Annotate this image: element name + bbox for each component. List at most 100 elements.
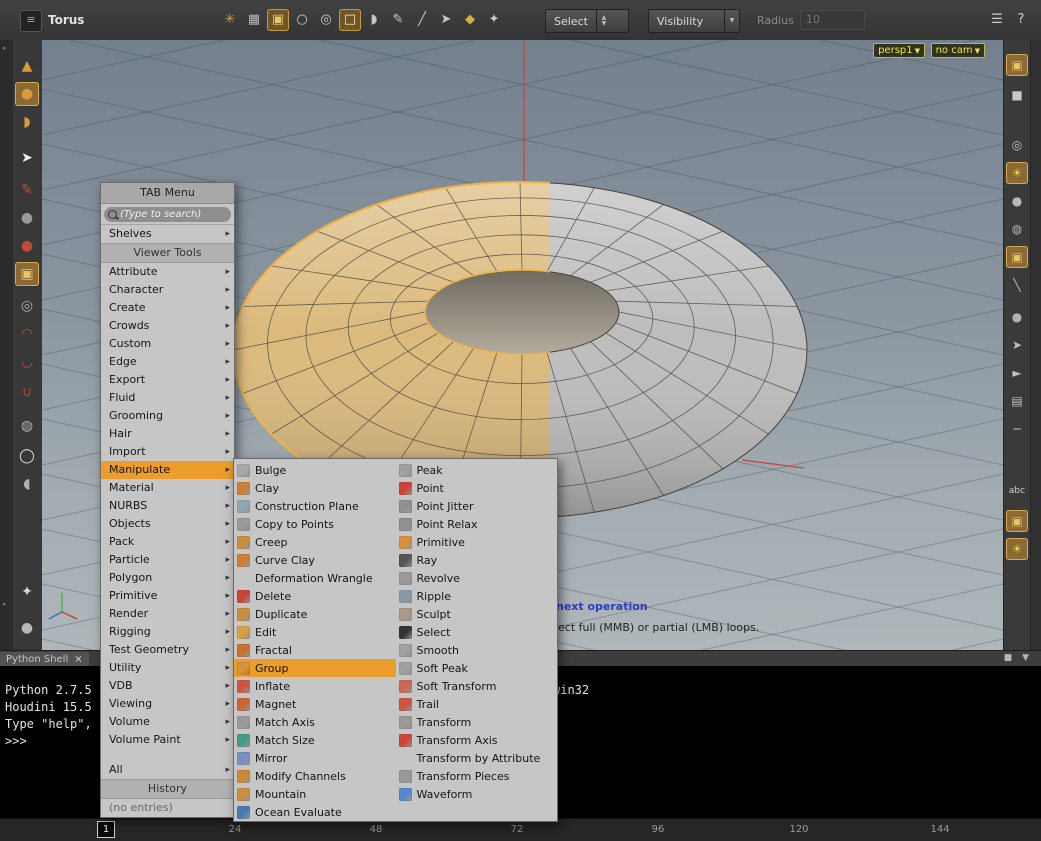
submenu-item-fractal[interactable]: Fractal xyxy=(234,641,396,659)
ruler-icon[interactable]: ▤ xyxy=(1006,390,1028,412)
snap-circle-icon[interactable]: ◎ xyxy=(315,9,337,31)
sculpt-tool-icon[interactable]: ● xyxy=(15,206,39,230)
chevron-down-icon[interactable]: ▼ xyxy=(724,10,739,32)
sphere-tool-icon[interactable]: ● xyxy=(15,82,39,106)
submenu-item-delete[interactable]: Delete xyxy=(234,587,396,605)
submenu-item-transform-by-attribute[interactable]: Transform by Attribute xyxy=(396,749,558,767)
tab-menu-item-grooming[interactable]: Grooming ▸ xyxy=(101,407,234,425)
tab-menu-item-volume-paint[interactable]: Volume Paint ▸ xyxy=(101,731,234,749)
paint-tool-icon[interactable]: ✎ xyxy=(15,178,39,202)
snap-multi-icon[interactable]: ✳ xyxy=(219,9,241,31)
brush-select-icon[interactable]: ✎ xyxy=(387,9,409,31)
left-pane-splitter[interactable]: ▸ ▸ xyxy=(0,40,14,650)
tab-menu-item-vdb[interactable]: VDB ▸ xyxy=(101,677,234,695)
help-icon[interactable]: ? xyxy=(1010,9,1032,31)
close-icon[interactable]: × xyxy=(74,652,82,667)
persp-view-chip[interactable]: persp1 ▼ xyxy=(873,43,925,58)
select-arrow-icon[interactable]: ➤ xyxy=(15,146,39,170)
submenu-item-curve-clay[interactable]: Curve Clay xyxy=(234,551,396,569)
camera-chip[interactable]: no cam ▼ xyxy=(930,43,985,58)
tab-menu-item-nurbs[interactable]: NURBS ▸ xyxy=(101,497,234,515)
submenu-item-deformation-wrangle[interactable]: Deformation Wrangle xyxy=(234,569,396,587)
submenu-item-primitive[interactable]: Primitive xyxy=(396,533,558,551)
tab-menu-item-create[interactable]: Create ▸ xyxy=(101,299,234,317)
dot-icon[interactable]: ● xyxy=(1006,306,1028,328)
comb-tool-icon[interactable]: ● xyxy=(15,234,39,258)
tab-menu-item-character[interactable]: Character ▸ xyxy=(101,281,234,299)
laser-select-icon[interactable]: ╱ xyxy=(411,9,433,31)
select-script-icon[interactable]: ✦ xyxy=(483,9,505,31)
submenu-item-magnet[interactable]: Magnet xyxy=(234,695,396,713)
marquee-select-icon[interactable]: □ xyxy=(339,9,361,31)
radius-field[interactable]: 10 xyxy=(800,10,865,30)
orbit-tool-icon[interactable]: ◯ xyxy=(15,444,39,468)
submenu-item-point-relax[interactable]: Point Relax xyxy=(396,515,558,533)
submenu-item-revolve[interactable]: Revolve xyxy=(396,569,558,587)
edit-tool-icon[interactable]: ▣ xyxy=(15,262,39,286)
tab-menu-item-hair[interactable]: Hair ▸ xyxy=(101,425,234,443)
tab-menu-item-volume[interactable]: Volume ▸ xyxy=(101,713,234,731)
submenu-item-edit[interactable]: Edit xyxy=(234,623,396,641)
submenu-item-transform-axis[interactable]: Transform Axis xyxy=(396,731,558,749)
secure-selection-icon[interactable]: ◆ xyxy=(459,9,481,31)
submenu-item-construction-plane[interactable]: Construction Plane xyxy=(234,497,396,515)
snapshot-icon[interactable]: ▣ xyxy=(1006,246,1028,268)
pen-slash-icon[interactable]: ╲ xyxy=(1006,274,1028,296)
submenu-item-sculpt[interactable]: Sculpt xyxy=(396,605,558,623)
smooth-tool-icon[interactable]: ◖ xyxy=(15,472,39,496)
tube-tool-icon[interactable]: ▲ xyxy=(15,54,39,78)
tab-menu-item-export[interactable]: Export ▸ xyxy=(101,371,234,389)
submenu-item-copy-to-points[interactable]: Copy to Points xyxy=(234,515,396,533)
tab-menu-item-crowds[interactable]: Crowds ▸ xyxy=(101,317,234,335)
pose-lib-icon[interactable]: ◍ xyxy=(1006,218,1028,240)
tab-menu-item-utility[interactable]: Utility ▸ xyxy=(101,659,234,677)
submenu-item-group[interactable]: Group xyxy=(234,659,396,677)
submenu-item-smooth[interactable]: Smooth xyxy=(396,641,558,659)
submenu-item-ocean-evaluate[interactable]: Ocean Evaluate xyxy=(234,803,396,821)
tab-menu-item-rigging[interactable]: Rigging ▸ xyxy=(101,623,234,641)
flatten-tool-icon[interactable]: ◗ xyxy=(15,110,39,134)
submenu-item-clay[interactable]: Clay xyxy=(234,479,396,497)
submenu-item-duplicate[interactable]: Duplicate xyxy=(234,605,396,623)
minus-icon[interactable]: ─ xyxy=(1006,418,1028,440)
submenu-item-select[interactable]: Select xyxy=(396,623,558,641)
submenu-item-peak[interactable]: Peak xyxy=(396,461,558,479)
snap-primitive-icon[interactable]: ○ xyxy=(291,9,313,31)
tab-menu-item-custom[interactable]: Custom ▸ xyxy=(101,335,234,353)
submenu-item-transform-pieces[interactable]: Transform Pieces xyxy=(396,767,558,785)
submenu-item-soft-peak[interactable]: Soft Peak xyxy=(396,659,558,677)
spinner-icon[interactable]: ▲ ▼ xyxy=(595,10,611,32)
submenu-item-mirror[interactable]: Mirror xyxy=(234,749,396,767)
magnet-tool-icon[interactable]: ∪ xyxy=(15,380,39,404)
lasso-select-icon[interactable]: ◗ xyxy=(363,9,385,31)
flag-icon[interactable]: ► xyxy=(1006,362,1028,384)
tab-menu-search[interactable]: (Type to search) xyxy=(101,204,234,225)
tab-menu-item-particle[interactable]: Particle ▸ xyxy=(101,551,234,569)
tab-menu-item-polygon[interactable]: Polygon ▸ xyxy=(101,569,234,587)
lock-icon[interactable]: ■ xyxy=(1006,84,1028,106)
right-pane-splitter[interactable] xyxy=(1030,40,1041,650)
tab-menu-item-material[interactable]: Material ▸ xyxy=(101,479,234,497)
app-menu-icon[interactable]: ≡ xyxy=(20,10,42,32)
select-mode-dropdown[interactable]: Select ▲ ▼ xyxy=(545,9,629,33)
light-icon[interactable]: ☀ xyxy=(1006,162,1028,184)
tab-menu-item-attribute[interactable]: Attribute ▸ xyxy=(101,263,234,281)
submenu-item-modify-channels[interactable]: Modify Channels xyxy=(234,767,396,785)
submenu-item-point-jitter[interactable]: Point Jitter xyxy=(396,497,558,515)
snap-points-icon[interactable]: ▣ xyxy=(267,9,289,31)
tab-menu-item-objects[interactable]: Objects ▸ xyxy=(101,515,234,533)
tab-menu-item-import[interactable]: Import ▸ xyxy=(101,443,234,461)
tab-menu-item-primitive[interactable]: Primitive ▸ xyxy=(101,587,234,605)
pane-menu-icon[interactable]: ▼ xyxy=(1022,653,1029,663)
tab-menu-item-edge[interactable]: Edge ▸ xyxy=(101,353,234,371)
arrow-icon[interactable]: ➤ xyxy=(1006,334,1028,356)
pane-maximize-icon[interactable]: ■ xyxy=(1004,653,1013,663)
abc-display-icon[interactable]: abc xyxy=(1006,480,1028,502)
submenu-item-match-axis[interactable]: Match Axis xyxy=(234,713,396,731)
submenu-item-inflate[interactable]: Inflate xyxy=(234,677,396,695)
bend-tool-icon[interactable]: ◠ xyxy=(15,322,39,346)
tab-menu-item-pack[interactable]: Pack ▸ xyxy=(101,533,234,551)
snap-grid-icon[interactable]: ▦ xyxy=(243,9,265,31)
search-input[interactable]: (Type to search) xyxy=(104,206,231,222)
light-toggle-icon[interactable]: ☀ xyxy=(1006,538,1028,560)
